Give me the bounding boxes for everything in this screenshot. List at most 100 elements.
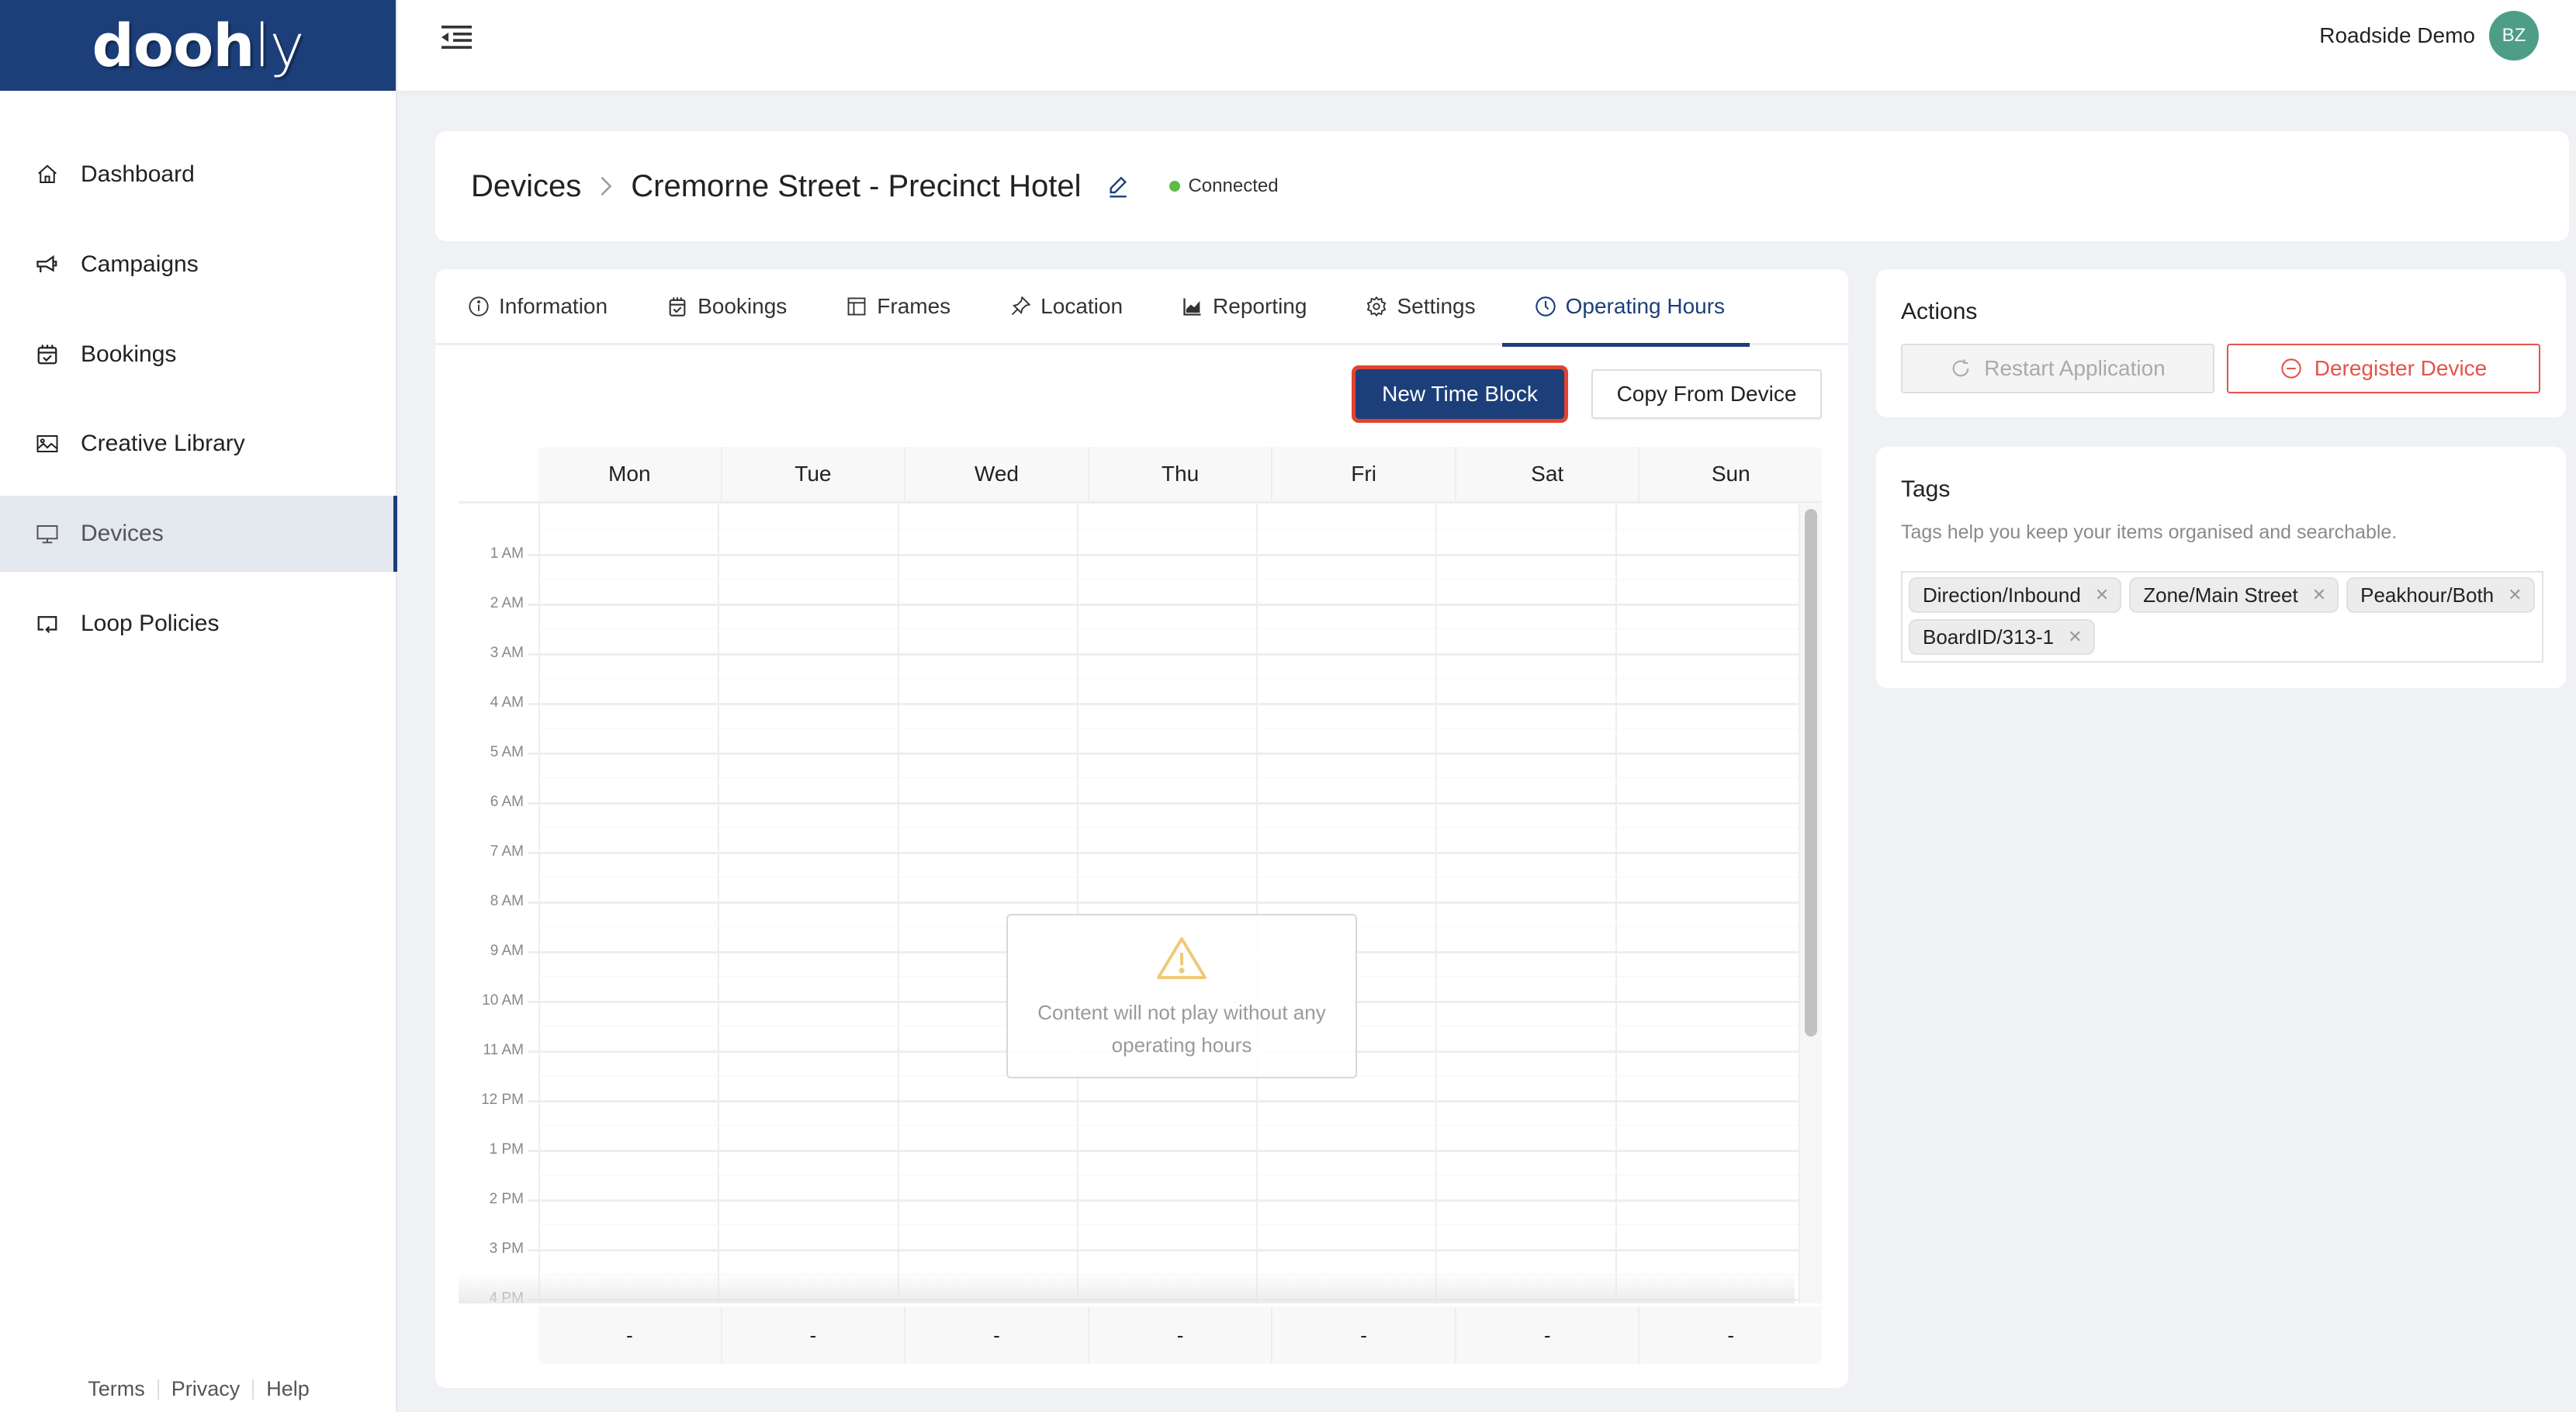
day-total: - [1454, 1306, 1639, 1364]
megaphone-icon [36, 253, 59, 276]
copy-from-device-button[interactable]: Copy From Device [1591, 369, 1822, 419]
day-column-line [1615, 504, 1617, 1303]
sidebar-item-creative-library[interactable]: Creative Library [0, 406, 397, 482]
actions-title: Actions [1901, 299, 1978, 324]
tab-label: Location [1040, 293, 1124, 318]
day-total: - [1638, 1306, 1822, 1364]
half-hour-line [538, 827, 1822, 828]
info-icon [468, 296, 490, 317]
hour-line [528, 1100, 1822, 1102]
sidebar: doohly Dashboard Campaigns Bookings Crea… [0, 0, 397, 1412]
loop-icon [36, 612, 59, 635]
user-name: Roadside Demo [2319, 23, 2475, 47]
hour-line [528, 604, 1822, 606]
hour-line [528, 554, 1822, 556]
hour-line [528, 653, 1822, 656]
scroll-fade [459, 1272, 1795, 1303]
day-header: Thu [1087, 447, 1272, 501]
tags-card: Tags Tags help you keep your items organ… [1876, 447, 2566, 688]
hour-line [528, 852, 1822, 854]
edit-icon[interactable] [1106, 174, 1130, 199]
hour-label: 3 AM [490, 645, 524, 661]
tag-chip: Zone/Main Street ✕ [2129, 577, 2339, 613]
user-menu[interactable]: Roadside Demo BZ [2319, 11, 2539, 61]
divider [157, 1379, 159, 1400]
day-column-line [718, 504, 720, 1303]
restart-label: Restart Application [1984, 356, 2166, 380]
day-total: - [1271, 1306, 1455, 1364]
tags-input[interactable]: Direction/Inbound ✕ Zone/Main Street ✕ Pea… [1901, 571, 2543, 663]
day-header: Sun [1638, 447, 1822, 501]
sidebar-item-dashboard[interactable]: Dashboard [0, 137, 397, 213]
terms-link[interactable]: Terms [88, 1377, 145, 1401]
scrollbar-thumb[interactable] [1805, 509, 1817, 1037]
calendar-grid[interactable]: 1 AM 2 AM 3 AM 4 AM 5 AM 6 AM 7 AM 8 AM 9 AM 10 A… [459, 504, 1822, 1303]
privacy-link[interactable]: Privacy [171, 1377, 241, 1401]
remove-tag-icon[interactable]: ✕ [2095, 585, 2109, 605]
tab-frames[interactable]: Frames [846, 269, 950, 344]
tab-operating-hours[interactable]: Operating Hours [1501, 269, 1750, 347]
day-total: - [904, 1306, 1088, 1364]
tab-location[interactable]: Location [1009, 269, 1123, 344]
calendar-scrollbar[interactable] [1799, 504, 1822, 1303]
half-hour-line [538, 579, 1822, 580]
hour-label: 7 AM [490, 843, 524, 860]
sidebar-item-campaigns[interactable]: Campaigns [0, 227, 397, 303]
day-total: - [1087, 1306, 1272, 1364]
calendar-day-header: Mon Tue Wed Thu Fri Sat Sun [538, 447, 1822, 501]
page-title: Cremorne Street - Precinct Hotel [631, 168, 1082, 203]
help-link[interactable]: Help [266, 1377, 310, 1401]
remove-tag-icon[interactable]: ✕ [2312, 585, 2326, 605]
tab-information[interactable]: Information [468, 269, 608, 344]
tags-title: Tags [1901, 476, 1951, 502]
sidebar-item-loop-policies[interactable]: Loop Policies [0, 586, 397, 662]
chart-icon [1182, 296, 1203, 317]
sidebar-item-label: Loop Policies [81, 611, 220, 636]
actions-card: Actions Restart Application Deregister D… [1876, 269, 2566, 417]
breadcrumb-devices[interactable]: Devices [471, 169, 581, 204]
calendar-check-icon [36, 343, 59, 366]
monitor-icon [36, 522, 59, 545]
hour-label: 10 AM [482, 992, 524, 1009]
sidebar-item-label: Bookings [81, 341, 177, 367]
tab-reporting[interactable]: Reporting [1182, 269, 1307, 344]
collapse-menu-icon[interactable] [439, 22, 476, 53]
footer-links: Terms Privacy Help [0, 1377, 397, 1401]
tab-settings[interactable]: Settings [1366, 269, 1476, 344]
logo[interactable]: doohly [0, 0, 396, 91]
half-hour-line [538, 628, 1822, 629]
half-hour-line [538, 777, 1822, 778]
sidebar-item-devices[interactable]: Devices [0, 496, 397, 572]
tab-label: Frames [877, 293, 951, 318]
divider [459, 501, 1822, 504]
sidebar-item-label: Creative Library [81, 431, 245, 456]
remove-tag-icon[interactable]: ✕ [2068, 627, 2082, 647]
restart-application-button[interactable]: Restart Application [1901, 344, 2214, 393]
hour-line [528, 703, 1822, 705]
hour-line [528, 753, 1822, 755]
tab-bar: Information Bookings Frames Location Rep… [435, 269, 1848, 347]
remove-tag-icon[interactable]: ✕ [2508, 585, 2522, 605]
tab-label: Settings [1397, 293, 1476, 318]
sidebar-item-bookings[interactable]: Bookings [0, 317, 397, 393]
calendar-day-totals: - - - - - - - [538, 1306, 1822, 1364]
refresh-icon [1950, 358, 1972, 379]
hour-line [528, 902, 1822, 904]
hour-line [528, 1249, 1822, 1251]
tab-label: Operating Hours [1565, 293, 1726, 318]
pin-icon [1009, 296, 1031, 317]
hour-label: 11 AM [483, 1042, 524, 1058]
avatar[interactable]: BZ [2489, 11, 2539, 61]
tab-bookings[interactable]: Bookings [667, 269, 787, 344]
day-header: Mon [608, 462, 651, 486]
hour-label: 1 PM [489, 1141, 524, 1158]
day-header: Sat [1454, 447, 1639, 501]
day-column-line [1076, 504, 1079, 1303]
new-time-block-button[interactable]: New Time Block [1352, 365, 1568, 423]
hour-label: 5 AM [490, 744, 524, 760]
half-hour-line [538, 1224, 1822, 1225]
tag-chip: Peakhour/Both ✕ [2346, 577, 2535, 613]
tag-label: Direction/Inbound [1923, 583, 2081, 607]
day-header: Fri [1271, 447, 1455, 501]
deregister-device-button[interactable]: Deregister Device [2227, 344, 2540, 393]
